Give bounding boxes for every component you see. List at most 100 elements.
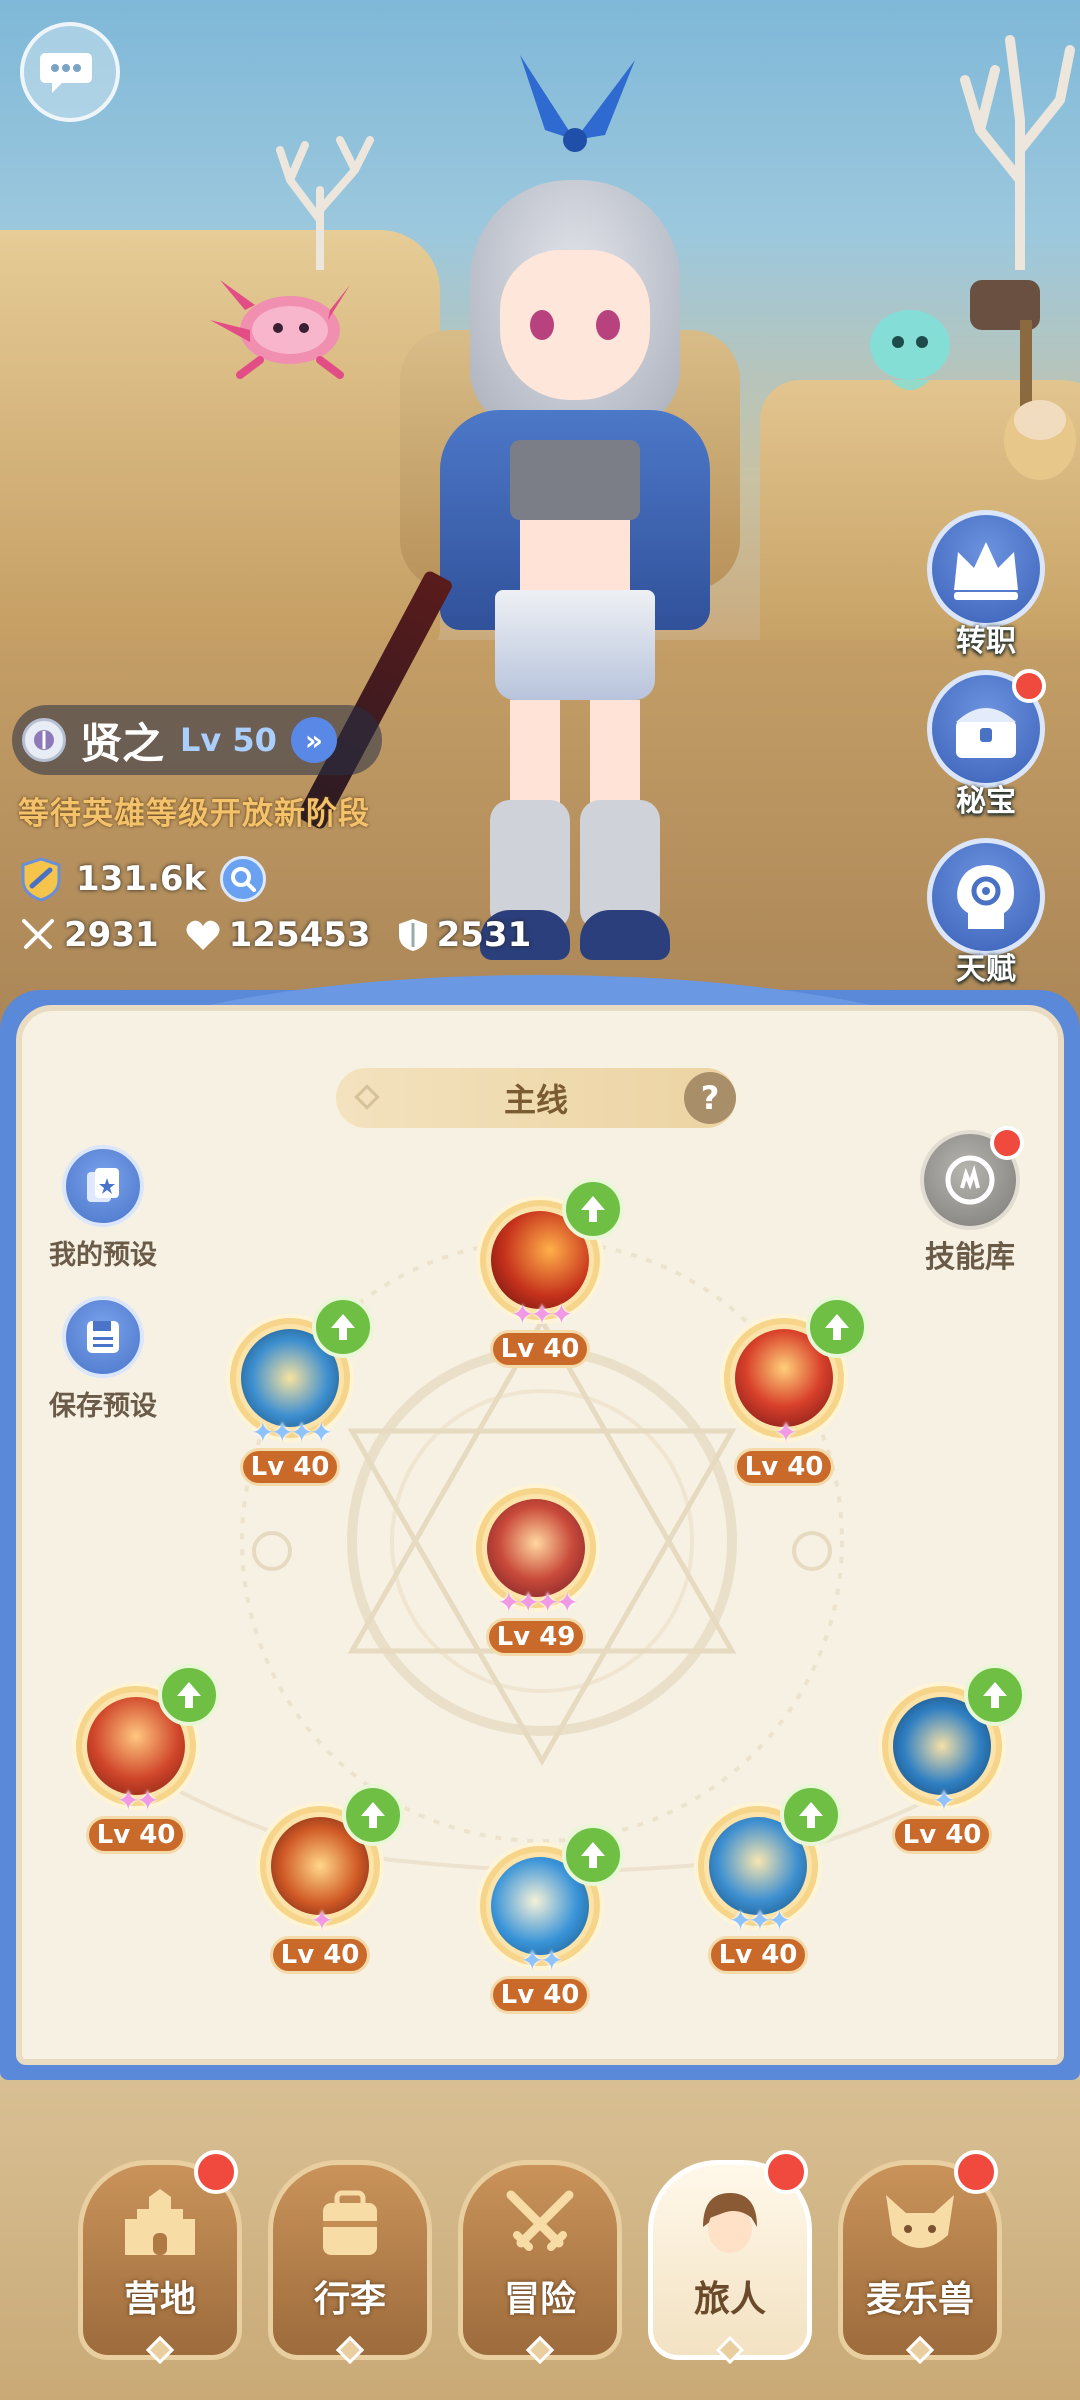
skill-level-badge: Lv 40 <box>270 1936 370 1974</box>
attack-stat: 2931 <box>20 915 159 955</box>
skill-slot-5[interactable]: ✦✦ Lv 40 <box>66 1664 220 1866</box>
skill-stars: ✦✦✦ <box>510 1298 573 1331</box>
skill-slot-2[interactable]: ✦✦✦✦ Lv 40 <box>220 1296 374 1498</box>
skill-level-badge: Lv 40 <box>86 1816 186 1854</box>
attack-value: 2931 <box>64 915 159 955</box>
nav-label: 冒险 <box>503 2279 576 2320</box>
mainline-title: 主线 <box>503 1081 568 1119</box>
my-preset-button[interactable]: 我的预设 <box>30 1145 176 1272</box>
skill-level-badge: Lv 40 <box>892 1816 992 1854</box>
pet-cat-icon <box>886 2195 954 2248</box>
hero-name-bar[interactable]: 贤之 Lv 50 » <box>12 705 382 775</box>
skill-slot-8[interactable]: ✦✦✦ Lv 40 <box>688 1784 842 1986</box>
skill-stars: ✦✦✦✦ <box>497 1586 579 1619</box>
hp-value: 125453 <box>228 915 371 955</box>
skill-stars: ✦✦✦ <box>728 1904 791 1937</box>
upgrade-arrow-icon[interactable] <box>964 1664 1026 1726</box>
chat-button[interactable] <box>20 22 120 122</box>
skill-library-label: 技能库 <box>925 1240 1015 1275</box>
hero-character[interactable] <box>400 50 740 970</box>
skill-slot-6[interactable]: ✦ Lv 40 <box>250 1784 404 1986</box>
notification-badge <box>764 2150 808 2194</box>
nav-pets[interactable]: 麦乐兽 <box>838 2150 1002 2365</box>
hammer-companion[interactable] <box>960 270 1080 490</box>
skill-stars: ✦✦✦✦ <box>251 1416 333 1449</box>
castle-icon <box>125 2189 195 2255</box>
help-question-icon[interactable]: ? <box>684 1072 736 1124</box>
upgrade-arrow-icon[interactable] <box>780 1784 842 1846</box>
nav-luggage[interactable]: 行李 <box>268 2160 432 2365</box>
coral-decoration <box>960 35 1075 270</box>
nav-adventure[interactable]: 冒险 <box>458 2160 622 2365</box>
skill-orb-icon <box>945 1155 995 1205</box>
notification-badge <box>990 1126 1024 1160</box>
skill-stars: ✦ <box>932 1784 955 1817</box>
skill-level-badge: Lv 40 <box>708 1936 808 1974</box>
nav-label: 旅人 <box>693 2279 766 2320</box>
nav-label: 行李 <box>313 2279 386 2320</box>
power-search-button[interactable] <box>220 856 267 902</box>
ghost-pet[interactable] <box>860 300 960 400</box>
my-preset-label: 我的预设 <box>49 1240 157 1271</box>
hero-shoe <box>580 910 670 960</box>
job-change-button[interactable]: 转职 <box>924 510 1048 660</box>
upgrade-arrow-icon[interactable] <box>562 1824 624 1886</box>
stats-row: 2931 125453 2531 <box>20 915 557 955</box>
save-disk-icon <box>87 1321 119 1353</box>
crossed-swords-icon <box>22 919 54 949</box>
upgrade-arrow-icon[interactable] <box>312 1296 374 1358</box>
crossed-swords-icon <box>506 2190 574 2251</box>
skill-level-badge: Lv 40 <box>240 1448 340 1486</box>
skill-stars: ✦ <box>310 1904 333 1937</box>
save-preset-label: 保存预设 <box>49 1391 157 1422</box>
heart-icon <box>186 920 220 950</box>
treasure-button[interactable]: 秘宝 <box>924 669 1048 820</box>
skill-slot-7[interactable]: ✦✦ Lv 40 <box>470 1824 624 2026</box>
hero-eye <box>596 310 620 340</box>
defense-value: 2531 <box>436 915 532 955</box>
diamond-ornament <box>354 1084 380 1110</box>
upgrade-arrow-icon[interactable] <box>562 1178 624 1240</box>
skill-level-badge: Lv 40 <box>734 1448 834 1486</box>
treasure-label: 秘宝 <box>956 784 1016 819</box>
nav-traveler[interactable]: 旅人 <box>648 2150 812 2365</box>
hero-body <box>520 520 630 590</box>
backpack-icon <box>323 2190 377 2255</box>
upgrade-arrow-icon[interactable] <box>806 1296 868 1358</box>
notification-badge <box>1012 669 1046 703</box>
brain-icon <box>957 865 1014 929</box>
skill-slot-ultimate[interactable]: ✦✦✦✦ Lv 49 <box>466 1488 606 1668</box>
skill-slot-3[interactable]: ✦ Lv 40 <box>714 1296 868 1498</box>
hp-stat: 125453 <box>185 915 371 955</box>
talent-label: 天赋 <box>956 952 1016 987</box>
skill-library-button[interactable]: 技能库 <box>908 1126 1032 1276</box>
skill-stars: ✦✦ <box>520 1944 564 1977</box>
skill-sword-slash-icon <box>487 1499 585 1597</box>
upgrade-arrow-icon[interactable] <box>342 1784 404 1846</box>
axolotl-pet[interactable] <box>200 270 360 380</box>
hero-details-chevron-icon[interactable]: » <box>290 717 337 763</box>
coral-decoration <box>276 136 374 270</box>
upgrade-arrow-icon[interactable] <box>158 1664 220 1726</box>
defense-stat: 2531 <box>397 915 532 955</box>
skill-slot-1[interactable]: ✦✦✦ Lv 40 <box>470 1178 624 1380</box>
ribbon-bow <box>520 55 635 152</box>
mainline-tab[interactable]: 主线 ? <box>336 1068 736 1128</box>
skill-stars: ✦ <box>774 1416 797 1449</box>
preset-cards-icon <box>87 1168 119 1202</box>
crown-icon <box>954 542 1018 600</box>
search-icon <box>231 867 257 892</box>
notification-badge <box>194 2150 238 2194</box>
level-hint-text: 等待英雄等级开放新阶段 <box>18 796 370 832</box>
hero-face <box>500 250 650 400</box>
treasure-chest-icon <box>956 708 1016 758</box>
hero-eye <box>530 310 554 340</box>
save-preset-button[interactable]: 保存预设 <box>30 1296 176 1423</box>
talent-button[interactable]: 天赋 <box>924 838 1048 988</box>
skill-slot-9[interactable]: ✦ Lv 40 <box>872 1664 1026 1866</box>
hero-top <box>510 440 640 520</box>
skill-level-badge: Lv 40 <box>490 1330 590 1368</box>
skill-stars: ✦✦ <box>116 1784 160 1817</box>
nav-camp[interactable]: 营地 <box>78 2150 242 2365</box>
notification-badge <box>954 2150 998 2194</box>
